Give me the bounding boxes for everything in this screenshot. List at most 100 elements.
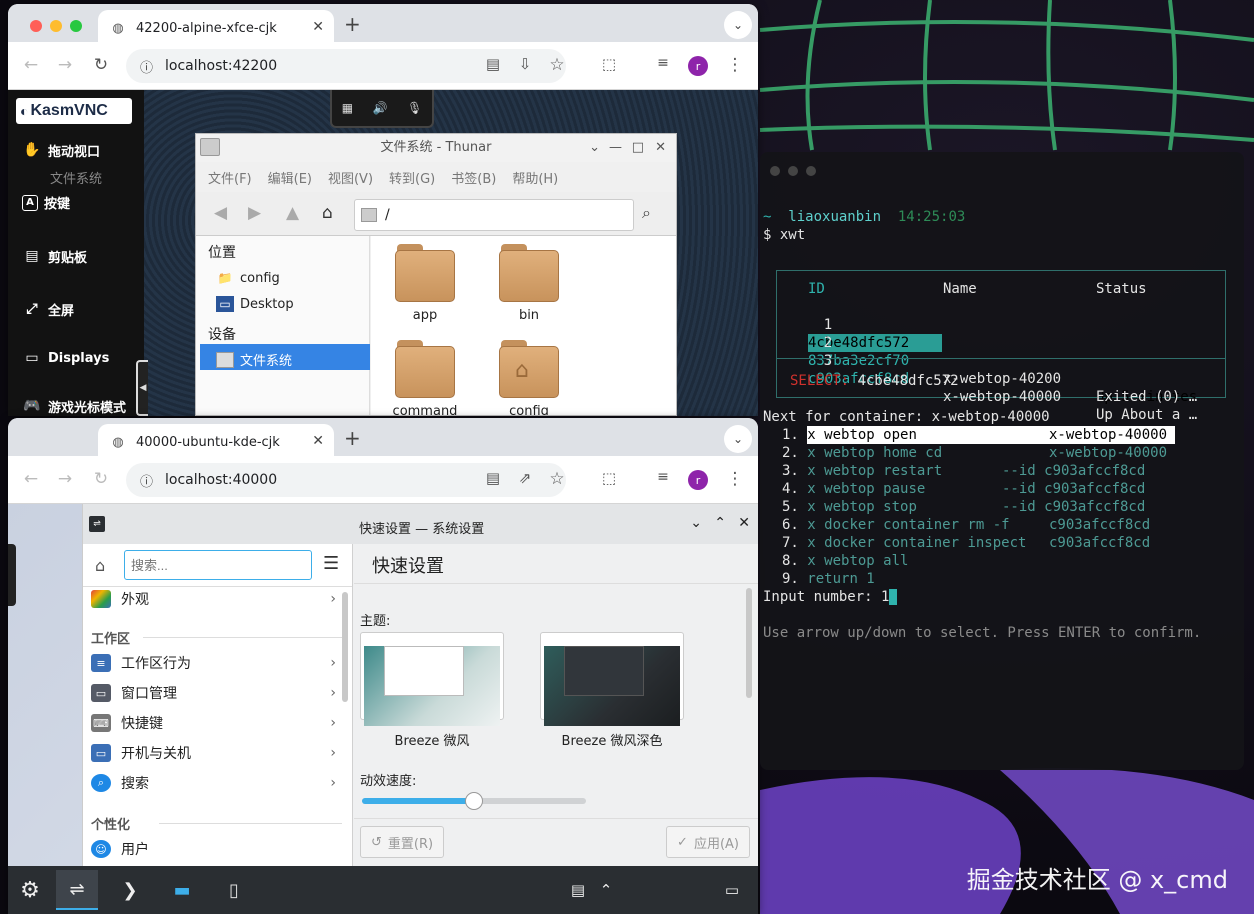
kde-titlebar[interactable]: ⇌ 快速设置 — 系统设置 ⌄ ⌃ ✕ — [83, 504, 758, 544]
input-line[interactable]: Input number: 1 — [763, 588, 898, 606]
panel-handle[interactable] — [8, 544, 16, 606]
sidebar-item-shortcuts[interactable]: ⌨ 快捷键 › — [91, 710, 342, 736]
tab-browser1[interactable]: ◍ 42200-alpine-xfce-cjk ✕ — [98, 10, 334, 46]
chevron-up-icon[interactable]: ⌃ — [590, 874, 622, 906]
apply-button[interactable]: ✓ 应用(A) — [666, 826, 750, 858]
device-filesystem[interactable]: 文件系统 — [216, 350, 292, 369]
sidebar-item-workspace-behavior[interactable]: ≡ 工作区行为 › — [91, 650, 342, 676]
back-icon[interactable]: ◀ — [214, 203, 227, 223]
display-settings-icon[interactable]: ▦ — [342, 101, 353, 115]
folder-icon[interactable] — [499, 244, 559, 302]
reload-icon[interactable]: ↻ — [90, 469, 112, 489]
open-external-icon[interactable]: ⇗ — [514, 469, 536, 487]
menu-go[interactable]: 转到(G) — [389, 168, 435, 187]
clipboard-button[interactable]: ▤ 剪贴板 — [22, 246, 87, 266]
animation-speed-slider[interactable] — [362, 792, 586, 810]
folder-icon[interactable] — [395, 340, 455, 398]
maximize-icon[interactable]: □ — [632, 134, 644, 162]
up-icon[interactable]: ▲ — [286, 203, 299, 223]
close-window-button[interactable] — [770, 166, 780, 176]
more-menu-icon[interactable]: ⋮ — [724, 55, 746, 75]
bookmark-star-icon[interactable]: ☆ — [546, 469, 568, 489]
menu-option[interactable]: 2. x webtop home cd x-webtop-40000 — [782, 444, 1167, 462]
reset-button[interactable]: ↺ 重置(R) — [360, 826, 445, 858]
sidebar-item-search[interactable]: ⌕ 搜索 › — [91, 770, 342, 796]
minimize-window-button[interactable] — [788, 166, 798, 176]
keys-button[interactable]: A 按键 — [22, 193, 70, 212]
menu-option[interactable]: 3. x webtop restart --id c903afccf8cd — [782, 462, 1145, 480]
menu-option[interactable]: 8. x webtop all — [782, 552, 908, 570]
site-info-icon[interactable]: ⓘ — [140, 57, 153, 76]
extensions-icon[interactable]: ⬚ — [598, 55, 620, 73]
thunar-titlebar[interactable]: 文件系统 - Thunar ⌄ — □ ✕ — [196, 134, 676, 162]
microphone-icon[interactable]: 🎙 — [407, 101, 422, 115]
install-app-icon[interactable]: ⇩ — [514, 55, 536, 73]
menu-file[interactable]: 文件(F) — [208, 168, 252, 187]
sidebar-scrollbar[interactable] — [342, 592, 348, 702]
sidebar-item-appearance[interactable]: 外观 › — [91, 586, 342, 612]
minimize-icon[interactable]: — — [609, 134, 622, 162]
media-controls-icon[interactable]: ≡ — [652, 55, 674, 71]
profile-avatar[interactable]: r — [688, 56, 708, 76]
bookmark-star-icon[interactable]: ☆ — [546, 55, 568, 75]
back-icon[interactable]: ← — [20, 469, 42, 489]
home-icon[interactable]: ⌂ — [95, 556, 105, 575]
search-icon[interactable]: ⌕ — [642, 203, 651, 223]
menu-option[interactable]: 7. x docker container inspect c903afccf8c… — [782, 534, 1150, 552]
slider-thumb[interactable] — [465, 792, 483, 810]
menu-option[interactable]: 4. x webtop pause --id c903afccf8cd — [782, 480, 1145, 498]
theme-breeze-dark-thumbnail[interactable] — [540, 632, 684, 726]
home-icon[interactable]: ⌂ — [322, 203, 333, 223]
menu-option[interactable]: 6. x docker container rm -f c903afccf8cd — [782, 516, 1150, 534]
location-bar[interactable]: / — [354, 199, 634, 231]
sidebar-item-users[interactable]: ☺ 用户 — [91, 836, 342, 862]
show-desktop-icon[interactable]: ▭ — [716, 874, 748, 906]
sidebar-item-startup-shutdown[interactable]: ▭ 开机与关机 › — [91, 740, 342, 766]
extensions-icon[interactable]: ⬚ — [598, 469, 620, 487]
more-menu-icon[interactable]: ⋮ — [724, 469, 746, 489]
new-tab-button[interactable]: + — [344, 12, 361, 36]
close-icon[interactable]: ✕ — [312, 19, 324, 35]
menu-option[interactable]: 5. x webtop stop --id c903afccf8cd — [782, 498, 1145, 516]
panel-collapse-handle[interactable]: ◀ — [136, 360, 148, 416]
chevron-down-icon[interactable]: ⌄ — [589, 134, 600, 162]
main-scrollbar[interactable] — [746, 588, 752, 698]
tab-browser2[interactable]: ◍ 40000-ubuntu-kde-cjk ✕ — [98, 424, 334, 460]
app-launcher-icon[interactable]: ⚙ — [14, 874, 46, 906]
reload-icon[interactable]: ↻ — [90, 55, 112, 75]
game-cursor-button[interactable]: 🎮 游戏光标模式 — [22, 396, 126, 416]
profile-avatar[interactable]: r — [688, 470, 708, 490]
menu-option[interactable]: 9. return 1 — [782, 570, 875, 588]
home-folder-icon[interactable]: ⌂ — [499, 340, 559, 398]
close-icon[interactable]: ✕ — [738, 515, 750, 531]
clipboard-icon[interactable]: ▤ — [482, 469, 504, 487]
forward-icon[interactable]: → — [54, 469, 76, 489]
displays-button[interactable]: ▭ Displays — [22, 348, 109, 368]
site-info-icon[interactable]: ⓘ — [140, 471, 153, 490]
minimize-window-button[interactable] — [50, 20, 62, 32]
zoom-window-button[interactable] — [70, 20, 82, 32]
sidebar-item-window-management[interactable]: ▭ 窗口管理 › — [91, 680, 342, 706]
drag-viewport-button[interactable]: ✋ 拖动视口 — [22, 140, 100, 160]
terminal-window[interactable]: ~ liaoxuanbin 14:25:03 $ xwt ID Name Sta… — [760, 152, 1244, 770]
place-config[interactable]: 📁 config — [216, 270, 280, 286]
zoom-window-button[interactable] — [806, 166, 816, 176]
tab-search-button[interactable]: ⌄ — [724, 11, 752, 39]
forward-icon[interactable]: ▶ — [248, 203, 261, 223]
search-input[interactable] — [124, 550, 312, 580]
new-tab-button[interactable]: + — [344, 426, 361, 450]
close-icon[interactable]: ✕ — [312, 433, 324, 449]
clipboard-icon[interactable]: ▤ — [482, 55, 504, 73]
forward-icon[interactable]: → — [54, 55, 76, 75]
chevron-up-icon[interactable]: ⌃ — [714, 515, 726, 531]
close-icon[interactable]: ✕ — [655, 134, 666, 162]
place-desktop[interactable]: ▭ Desktop — [216, 296, 294, 312]
menu-view[interactable]: 视图(V) — [328, 168, 373, 187]
terminal-icon[interactable]: ❯ — [114, 874, 146, 906]
folder-icon[interactable] — [395, 244, 455, 302]
media-controls-icon[interactable]: ≡ — [652, 469, 674, 485]
taskbar-system-settings[interactable]: ⇌ — [56, 870, 98, 910]
menu-help[interactable]: 帮助(H) — [512, 168, 558, 187]
hamburger-menu-icon[interactable]: ☰ — [323, 553, 339, 574]
back-icon[interactable]: ← — [20, 55, 42, 75]
